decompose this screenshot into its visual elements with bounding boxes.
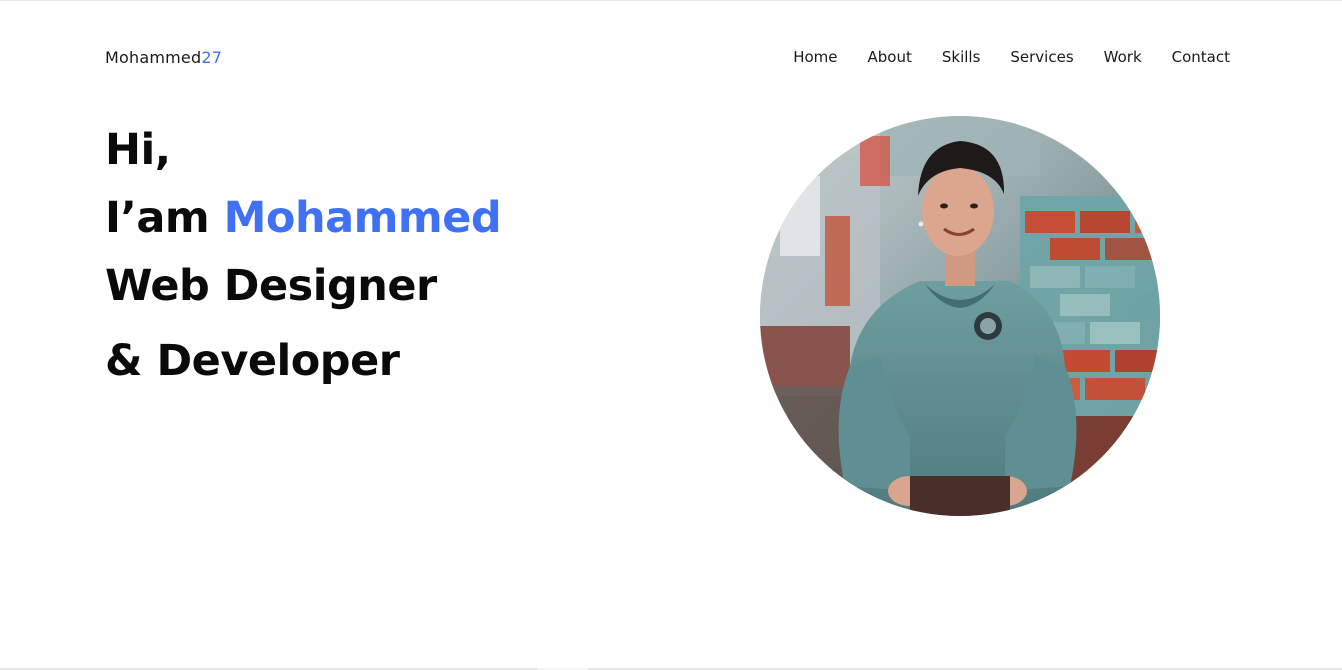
logo-text: Mohammed (105, 47, 202, 67)
profile-photo (760, 116, 1160, 516)
hero-role-line-1: Web Designer (105, 261, 437, 311)
hero-intro-line: I’am Mohammed (105, 187, 502, 255)
profile-photo-illustration (760, 116, 1160, 516)
hero-role-line-2: & Developer (105, 336, 400, 386)
nav-contact-link[interactable]: Contact (1172, 48, 1230, 66)
nav-skills-link[interactable]: Skills (942, 48, 981, 66)
site-logo[interactable]: Mohammed27 (105, 48, 222, 67)
hero-heading: Hi, I’am Mohammed Web Designer & Develop… (105, 119, 502, 395)
hero-name: Mohammed (223, 193, 502, 243)
main-nav: Home About Skills Services Work Contact (793, 48, 1230, 66)
nav-work-link[interactable]: Work (1104, 48, 1142, 66)
logo-accent-text: 27 (201, 47, 223, 67)
nav-services-link[interactable]: Services (1010, 48, 1073, 66)
hero-intro-prefix: I’am (105, 193, 224, 243)
hero-greeting: Hi, (105, 125, 171, 175)
page: Mohammed27 Home About Skills Services Wo… (0, 0, 1342, 670)
nav-home-link[interactable]: Home (793, 48, 837, 66)
site-header: Mohammed27 Home About Skills Services Wo… (105, 45, 1230, 69)
nav-about-link[interactable]: About (868, 48, 912, 66)
